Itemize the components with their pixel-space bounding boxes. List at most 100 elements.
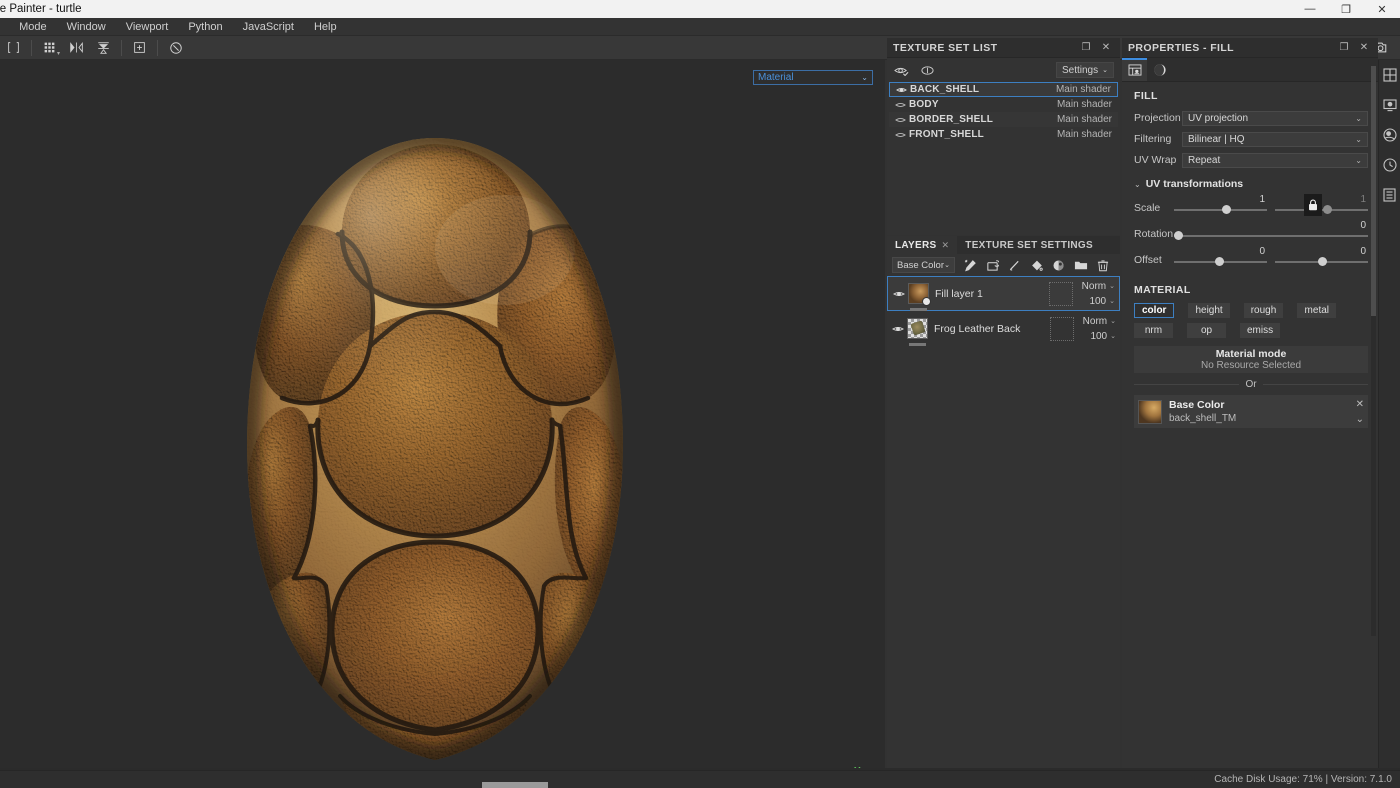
- layer-thumbnail[interactable]: [908, 283, 931, 311]
- projection-select[interactable]: UV projection ⌄: [1182, 110, 1368, 126]
- tab-texture-set-settings[interactable]: TEXTURE SET SETTINGS: [957, 236, 1101, 254]
- mirror-icon[interactable]: [90, 37, 117, 59]
- eye-icon[interactable]: [893, 290, 908, 298]
- menu-help[interactable]: Help: [304, 18, 347, 36]
- close-icon[interactable]: ✕: [941, 240, 949, 251]
- tab-layers[interactable]: LAYERS ✕: [887, 236, 958, 254]
- rotation-slider[interactable]: 0: [1174, 220, 1368, 246]
- material-mode-dropzone[interactable]: Material mode No Resource Selected: [1134, 346, 1368, 373]
- add-fill-effect-icon[interactable]: [1027, 256, 1046, 274]
- eye-icon[interactable]: [895, 131, 909, 139]
- shelf-grid-icon[interactable]: [1381, 66, 1399, 84]
- add-fill-layer-icon[interactable]: [961, 256, 980, 274]
- settings-label: Settings: [1061, 64, 1099, 76]
- viewport-shader-dropdown[interactable]: Material ⌄: [753, 70, 873, 85]
- menu-viewport[interactable]: Viewport: [116, 18, 179, 36]
- add-box-icon[interactable]: [126, 37, 153, 59]
- material-preview-tab[interactable]: [1147, 58, 1172, 81]
- undock-icon[interactable]: ❐: [1080, 42, 1092, 53]
- eye-icon[interactable]: [892, 325, 907, 333]
- add-paint-layer-icon[interactable]: [1005, 256, 1024, 274]
- turtle-shell-model[interactable]: [230, 130, 640, 770]
- texture-list-icon[interactable]: [1381, 186, 1399, 204]
- properties-scrollbar[interactable]: [1371, 66, 1376, 636]
- channel-chip-color[interactable]: color: [1134, 303, 1175, 318]
- slider-knob[interactable]: [1214, 257, 1224, 266]
- eye-icon[interactable]: [896, 86, 910, 94]
- filtering-select[interactable]: Bilinear | HQ ⌄: [1182, 131, 1368, 147]
- slider-knob[interactable]: [1222, 205, 1232, 214]
- material-mode-title: Material mode: [1215, 348, 1287, 360]
- layer-blend-mode-value: Norm: [1081, 280, 1107, 292]
- texture-set-settings-button[interactable]: Settings ⌄: [1055, 62, 1114, 78]
- texture-set-row-back-shell[interactable]: BACK_SHELL Main shader: [889, 82, 1118, 97]
- symmetry-icon[interactable]: [63, 37, 90, 59]
- channel-chip-rough[interactable]: rough: [1243, 303, 1284, 318]
- menu-window[interactable]: Window: [57, 18, 116, 36]
- restore-button[interactable]: ❐: [1328, 0, 1364, 18]
- scale-u-slider[interactable]: 1: [1174, 194, 1267, 220]
- close-icon[interactable]: ✕: [1100, 42, 1112, 53]
- delete-layer-icon[interactable]: [1093, 256, 1112, 274]
- eye-icon[interactable]: [895, 101, 909, 109]
- add-smart-mask-icon[interactable]: [983, 256, 1002, 274]
- taskbar-item[interactable]: [482, 782, 548, 788]
- dot-grid-icon[interactable]: ▾: [36, 37, 63, 59]
- slider-knob[interactable]: [1174, 231, 1183, 240]
- offset-v-slider[interactable]: 0: [1275, 246, 1368, 272]
- channel-chip-nrm[interactable]: nrm: [1134, 323, 1173, 338]
- close-button[interactable]: ✕: [1364, 0, 1400, 18]
- channel-chip-emiss[interactable]: emiss: [1240, 323, 1281, 338]
- material-sphere-icon[interactable]: [1381, 126, 1399, 144]
- uv-wrap-select[interactable]: Repeat ⌄: [1182, 152, 1368, 168]
- texture-set-row-front-shell[interactable]: FRONT_SHELL Main shader: [889, 127, 1118, 142]
- divider-right: [1262, 384, 1369, 385]
- add-folder-icon[interactable]: [1071, 256, 1090, 274]
- toggle-isolation-icon[interactable]: [919, 62, 935, 78]
- eye-icon[interactable]: [895, 116, 909, 124]
- layer-row-frog-leather-back[interactable]: Frog Leather Back Norm ⌄ 100 ⌄: [887, 311, 1120, 346]
- layer-opacity[interactable]: 100 ⌄: [1089, 296, 1115, 307]
- scale-lock-icon[interactable]: [1304, 194, 1322, 216]
- undock-icon[interactable]: ❐: [1338, 42, 1350, 53]
- menu-python[interactable]: Python: [178, 18, 232, 36]
- window-title: ce Painter - turtle: [0, 3, 82, 15]
- layer-mask-slot[interactable]: [1049, 281, 1073, 306]
- close-icon[interactable]: ✕: [1358, 42, 1370, 53]
- layer-blend-mode[interactable]: Norm ⌄: [1083, 316, 1116, 327]
- uv-transformations-header[interactable]: ⌄ UV transformations: [1134, 178, 1368, 190]
- minimize-button[interactable]: —: [1292, 0, 1328, 18]
- history-clock-icon[interactable]: [1381, 156, 1399, 174]
- chevron-down-icon[interactable]: ⌄: [1356, 414, 1364, 425]
- layer-blend-mode[interactable]: Norm ⌄: [1082, 281, 1115, 292]
- offset-u-slider[interactable]: 0: [1174, 246, 1267, 272]
- slider-knob[interactable]: [1323, 205, 1333, 214]
- texture-set-row-body[interactable]: BODY Main shader: [889, 97, 1118, 112]
- toolbar-divider: [121, 39, 122, 56]
- layer-mask-slot[interactable]: [1050, 316, 1074, 341]
- channel-chip-op[interactable]: op: [1187, 323, 1226, 338]
- material-mode-subtitle: No Resource Selected: [1200, 360, 1302, 371]
- reset-rotation-icon[interactable]: [162, 37, 189, 59]
- menu-javascript[interactable]: JavaScript: [233, 18, 304, 36]
- add-generator-icon[interactable]: [1049, 256, 1068, 274]
- remove-resource-icon[interactable]: ✕: [1356, 399, 1364, 410]
- layer-row-fill-layer-1[interactable]: Fill layer 1 Norm ⌄ 100 ⌄: [887, 276, 1120, 311]
- properties-scrollbar-thumb[interactable]: [1371, 66, 1376, 316]
- 3d-viewport[interactable]: Material ⌄: [0, 60, 885, 770]
- display-settings-icon[interactable]: [1381, 96, 1399, 114]
- channel-chip-metal[interactable]: metal: [1297, 303, 1337, 318]
- selection-tool-icon[interactable]: [0, 37, 27, 59]
- channel-select[interactable]: Base Color ⌄: [892, 257, 955, 273]
- layer-opacity-value: 100: [1089, 295, 1107, 307]
- layer-thumbnail[interactable]: [907, 318, 928, 346]
- properties-tab[interactable]: [1122, 58, 1147, 81]
- slider-knob[interactable]: [1317, 257, 1327, 266]
- base-color-resource-card[interactable]: Base Color back_shell_TM ✕ ⌄: [1134, 395, 1368, 428]
- menu-edit[interactable]: t: [0, 18, 9, 36]
- texture-set-row-border-shell[interactable]: BORDER_SHELL Main shader: [889, 112, 1118, 127]
- channel-chip-height[interactable]: height: [1188, 303, 1230, 318]
- layer-opacity[interactable]: 100 ⌄: [1090, 331, 1116, 342]
- menu-mode[interactable]: Mode: [9, 18, 57, 36]
- toggle-visibility-icon[interactable]: [893, 62, 909, 78]
